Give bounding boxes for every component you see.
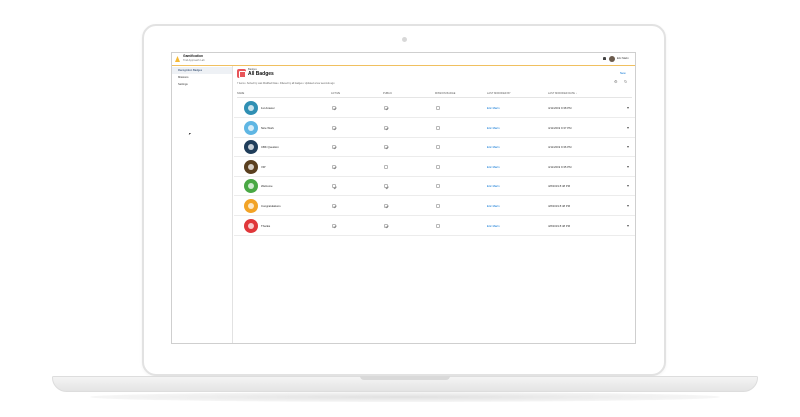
mission-checkbox [436,106,440,110]
mission-checkbox [436,204,440,208]
list-view-title[interactable]: All Badges [248,71,274,77]
column-header-active[interactable]: ACTIVE [331,90,340,97]
last-modified-date: 4/11/2019 9:35 PM [548,164,572,169]
last-modified-date: 4/8/2019 8:48 PM [548,184,571,189]
row-actions-chevron-down-icon[interactable] [626,106,630,110]
last-modified-date: 4/8/2019 8:48 PM [548,223,571,228]
table-row[interactable]: Nice Work Eric Marin 4/11/2019 9:37 PM [234,118,635,138]
last-modified-by-link[interactable]: Eric Marin [487,145,500,149]
badge-image-icon [244,140,258,155]
last-modified-date: 4/11/2019 9:36 PM [548,145,572,150]
row-actions-chevron-down-icon[interactable] [626,204,630,208]
column-header-last-modified-by[interactable]: LAST MODIFIED BY [487,90,511,97]
sidebar-item-settings[interactable]: Settings [172,81,232,88]
table-row[interactable]: Congratulations Eric Marin 4/8/2019 8:48 P… [234,196,635,216]
list-meta: 7 items • Sorted by Last Modified Date •… [237,82,335,85]
badge-name[interactable]: VIP [261,165,266,169]
row-actions-chevron-down-icon[interactable] [626,224,630,228]
badge-name[interactable]: Welcome [261,184,273,188]
mission-checkbox [436,164,440,169]
table-row[interactable]: CBK Question Eric Marin 4/11/2019 9:36 PM [234,137,635,158]
badge-image-icon [244,179,258,194]
badge-object-icon [237,69,246,78]
sidebar: Recognition Badges Missions Settings [172,66,233,343]
webcam-icon [402,37,407,42]
mission-checkbox [436,145,440,150]
badge-name[interactable]: Thanks [261,224,270,228]
new-button[interactable]: New [620,71,626,75]
laptop-notch [360,376,450,380]
column-header-name[interactable]: NAME [237,90,244,97]
active-checkbox [332,204,336,208]
badge-name[interactable]: 1st Answer [261,106,275,110]
app-title: Gamification [183,54,203,58]
public-checkbox [384,184,388,189]
public-checkbox [384,145,388,150]
badge-image-icon [244,120,258,135]
sidebar-item-recognition-badges[interactable]: Recognition Badges [172,67,232,74]
last-modified-date: 4/11/2019 9:37 PM [548,125,572,130]
app-subtitle: Trail Approach Lab [183,59,205,62]
last-modified-by-link[interactable]: Eric Marin [487,126,500,130]
last-modified-by-link[interactable]: Eric Marin [487,204,500,208]
row-actions-chevron-down-icon[interactable] [626,126,630,130]
last-modified-by-link[interactable]: Eric Marin [487,224,500,228]
public-checkbox [384,204,388,208]
public-checkbox [384,106,388,110]
table-row[interactable]: Welcome Eric Marin 4/8/2019 8:48 PM [234,176,635,197]
table-row[interactable]: VIP Eric Marin 4/11/2019 9:35 PM [234,157,635,177]
last-modified-by-link[interactable]: Eric Marin [487,184,500,188]
badge-image-icon [244,101,258,115]
badge-name[interactable]: CBK Question [261,145,279,149]
badge-name[interactable]: Nice Work [261,126,274,130]
active-checkbox [332,145,336,150]
active-checkbox [332,164,336,169]
active-checkbox [332,223,336,228]
mission-checkbox [436,184,440,189]
app-screen: Gamification Trail Approach Lab Eric Mar… [171,52,636,344]
active-checkbox [332,125,336,130]
app-header: Gamification Trail Approach Lab Eric Mar… [172,53,635,66]
row-actions-chevron-down-icon[interactable] [626,165,630,169]
row-actions-chevron-down-icon[interactable] [626,184,630,188]
user-name[interactable]: Eric Marin [617,57,629,60]
table-row[interactable]: Thanks Eric Marin 4/8/2019 8:48 PM [234,216,635,236]
row-actions-chevron-down-icon[interactable] [626,145,630,149]
column-header-public[interactable]: PUBLIC [383,90,392,97]
last-modified-date: 4/11/2019 9:38 PM [548,106,572,110]
gear-icon[interactable]: ⚙ [614,80,618,84]
badge-image-icon [244,199,258,213]
app-logo-icon [175,56,180,62]
mission-checkbox [436,125,440,130]
mission-checkbox [436,223,440,228]
public-checkbox [384,125,388,130]
notification-bell-icon[interactable] [603,57,606,60]
badge-image-icon [244,159,258,174]
active-checkbox [332,106,336,110]
public-checkbox [384,164,388,169]
user-avatar[interactable] [609,56,615,62]
mouse-cursor-icon [188,133,192,135]
list-view: Badges All Badges New 7 items • Sorted b… [234,66,635,343]
laptop-shadow [90,392,720,402]
last-modified-by-link[interactable]: Eric Marin [487,165,500,169]
refresh-icon[interactable]: ↻ [624,80,627,84]
column-header-mission-badge[interactable]: MISSION BADGE [435,90,455,97]
column-header-last-modified-date[interactable]: LAST MODIFIED DATE ↓ [548,90,577,97]
last-modified-date: 4/8/2019 8:48 PM [548,204,571,208]
badge-name[interactable]: Congratulations [261,204,281,208]
sidebar-item-missions[interactable]: Missions [172,74,232,81]
badge-image-icon [244,218,258,233]
last-modified-by-link[interactable]: Eric Marin [487,106,500,110]
table-row[interactable]: 1st Answer Eric Marin 4/11/2019 9:38 PM [234,98,635,118]
active-checkbox [332,184,336,189]
public-checkbox [384,223,388,228]
